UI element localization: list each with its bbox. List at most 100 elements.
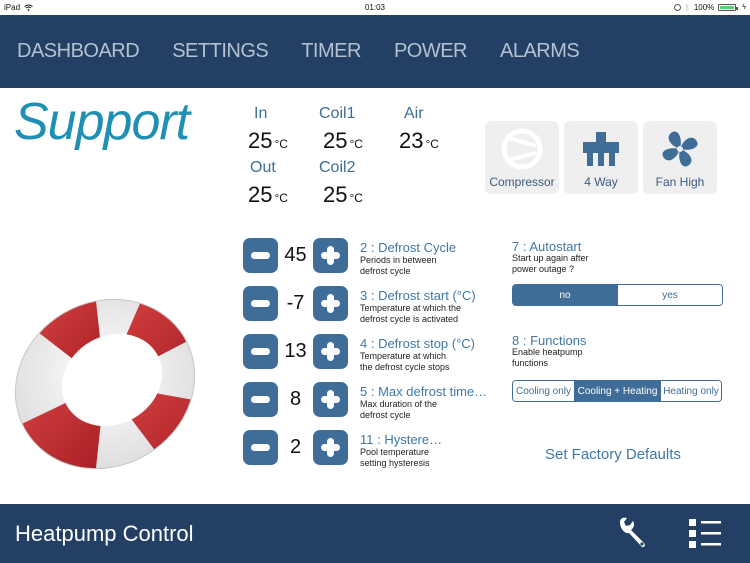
- sensor-coil2: Coil2: [319, 159, 355, 177]
- battery-percent: 100%: [693, 3, 715, 12]
- param-title: 3 : Defrost start (°C): [360, 288, 476, 303]
- sensor-unit: °C: [274, 191, 288, 205]
- sensor-unit: °C: [349, 137, 363, 151]
- param-value: 13: [284, 340, 307, 362]
- functions-option-cooling-heating[interactable]: Cooling + Heating: [574, 381, 660, 401]
- sensor-unit: °C: [425, 137, 439, 151]
- sensor-label: In: [254, 105, 268, 122]
- param-max-defrost-time: 8 5 : Max defrost time… Max duration of …: [243, 382, 513, 422]
- decrement-button[interactable]: [243, 382, 278, 417]
- param-desc: Temperature at which the defrost cycle s…: [360, 351, 450, 372]
- sensor-value: 25: [323, 182, 348, 207]
- sensor-air-reading: 23 °C: [399, 128, 439, 154]
- nav-timer[interactable]: TIMER: [301, 40, 361, 63]
- sensor-coil1-reading: 25 °C: [323, 128, 363, 154]
- sensor-label: Coil2: [319, 159, 356, 176]
- functions-title: 8 : Functions: [512, 333, 587, 348]
- increment-button[interactable]: [313, 430, 348, 465]
- decrement-button[interactable]: [243, 238, 278, 273]
- sensor-in-reading: 25 °C: [248, 128, 288, 154]
- autostart-option-yes[interactable]: yes: [617, 285, 722, 305]
- autostart-option-no[interactable]: no: [513, 285, 617, 305]
- lifebuoy-icon: [5, 292, 205, 477]
- sensor-unit: °C: [274, 137, 288, 151]
- compressor-tile: Compressor: [485, 121, 559, 194]
- param-value: 8: [289, 388, 302, 410]
- decrement-button[interactable]: [243, 286, 278, 321]
- status-bar: iPad 01:03 ᛒ 100% ϟ: [0, 0, 750, 15]
- sensor-out-reading: 25 °C: [248, 182, 288, 208]
- param-desc: Periods in between defrost cycle: [360, 255, 437, 276]
- decrement-button[interactable]: [243, 334, 278, 369]
- minus-icon: [251, 396, 270, 403]
- page-title: Support: [14, 93, 190, 151]
- param-defrost-stop: 13 4 : Defrost stop (°C) Temperature at …: [243, 334, 513, 374]
- top-navigation: DASHBOARD SETTINGS TIMER POWER ALARMS: [0, 15, 750, 88]
- functions-segmented-control: Cooling only Cooling + Heating Heating o…: [512, 380, 722, 402]
- plus-icon-vertical: [327, 294, 334, 313]
- sensor-value: 23: [399, 128, 424, 153]
- param-hysteresis: 2 11 : Hystere… Pool temperature setting…: [243, 430, 513, 470]
- param-title: 2 : Defrost Cycle: [360, 240, 457, 255]
- nav-settings[interactable]: SETTINGS: [172, 40, 269, 63]
- nav-alarms[interactable]: ALARMS: [500, 40, 580, 63]
- minus-icon: [251, 300, 270, 307]
- wrench-button[interactable]: [616, 516, 650, 555]
- sensor-out: Out: [250, 159, 276, 177]
- param-desc: Pool temperature setting hysteresis: [360, 447, 430, 468]
- increment-button[interactable]: [313, 238, 348, 273]
- tile-label: Fan High: [655, 175, 705, 189]
- autostart-segmented-control: no yes: [512, 284, 723, 306]
- minus-icon: [251, 348, 270, 355]
- param-value: 2: [289, 436, 302, 458]
- autostart-title: 7 : Autostart: [512, 239, 582, 254]
- param-title: 4 : Defrost stop (°C): [360, 336, 476, 351]
- param-desc: Temperature at which the defrost cycle i…: [360, 303, 462, 324]
- sensor-label: Coil1: [319, 105, 356, 122]
- param-desc: Max duration of the defrost cycle: [360, 399, 438, 420]
- plus-icon-vertical: [327, 246, 334, 265]
- minus-icon: [251, 444, 270, 451]
- param-title: 11 : Hystere…: [360, 432, 443, 447]
- sensor-label: Out: [250, 159, 276, 176]
- sensor-air: Air: [404, 105, 424, 123]
- sensor-value: 25: [323, 128, 348, 153]
- functions-desc: Enable heatpump functions: [512, 347, 583, 368]
- sensor-coil2-reading: 25 °C: [323, 182, 363, 208]
- sensor-in: In: [254, 105, 267, 123]
- autostart-desc: Start up again after power outage ?: [512, 253, 589, 274]
- param-value: 45: [284, 244, 307, 266]
- tile-label: Compressor: [489, 175, 555, 189]
- bluetooth-icon: ᛒ: [685, 3, 690, 12]
- fan-icon: [662, 131, 698, 167]
- sensor-value: 25: [248, 128, 273, 153]
- four-way-valve-icon: [583, 132, 619, 166]
- plus-icon-vertical: [327, 438, 334, 457]
- status-time: 01:03: [364, 3, 386, 12]
- nav-power[interactable]: POWER: [394, 40, 468, 63]
- increment-button[interactable]: [313, 334, 348, 369]
- orientation-lock-icon: [674, 4, 681, 11]
- sensor-label: Air: [404, 105, 424, 122]
- wrench-icon: [620, 517, 645, 548]
- tile-label: 4 Way: [584, 175, 618, 189]
- list-icon: [689, 519, 721, 548]
- functions-option-cooling-only[interactable]: Cooling only: [513, 381, 574, 401]
- increment-button[interactable]: [313, 286, 348, 321]
- battery-icon: [718, 4, 739, 11]
- bottom-bar: Heatpump Control: [0, 504, 750, 563]
- functions-option-heating-only[interactable]: Heating only: [660, 381, 721, 401]
- nav-dashboard[interactable]: DASHBOARD: [17, 40, 140, 63]
- param-defrost-start: -7 3 : Defrost start (°C) Temperature at…: [243, 286, 513, 326]
- app-title: Heatpump Control: [15, 521, 194, 546]
- set-factory-defaults-button[interactable]: Set Factory Defaults: [545, 446, 681, 463]
- fan-tile: Fan High: [643, 121, 717, 194]
- decrement-button[interactable]: [243, 430, 278, 465]
- plus-icon-vertical: [327, 390, 334, 409]
- param-defrost-cycle: 45 2 : Defrost Cycle Periods in between …: [243, 238, 513, 278]
- sensor-coil1: Coil1: [319, 105, 355, 123]
- plus-icon-vertical: [327, 342, 334, 361]
- increment-button[interactable]: [313, 382, 348, 417]
- param-title: 5 : Max defrost time…: [360, 384, 488, 399]
- menu-list-button[interactable]: [688, 518, 722, 555]
